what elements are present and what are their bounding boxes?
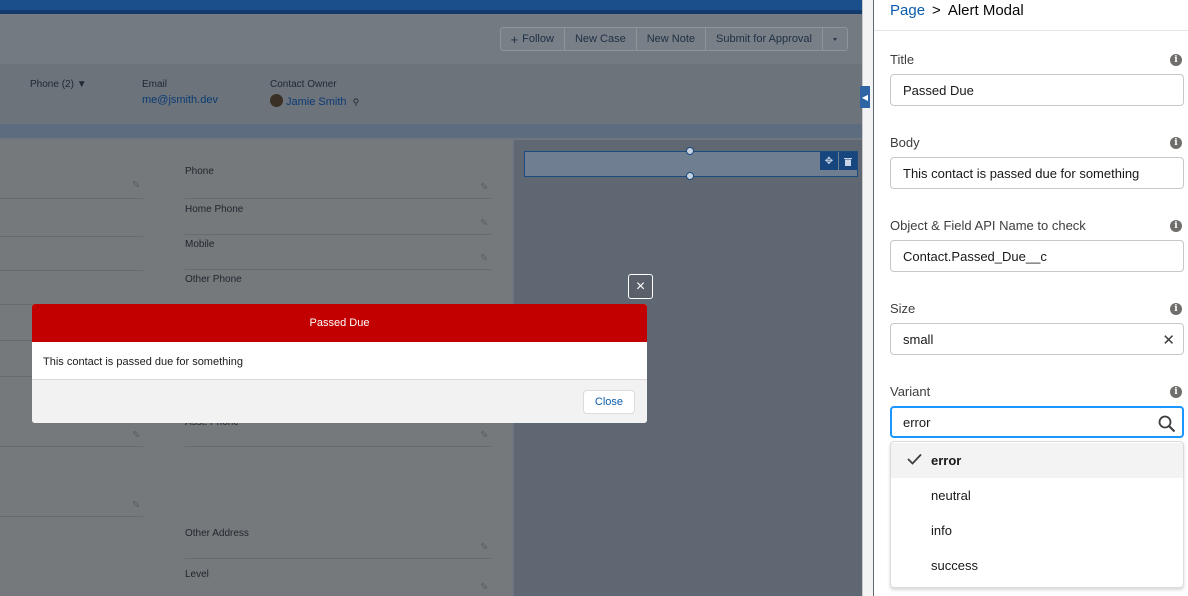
edit-pencil-icon[interactable]: ✎ — [480, 582, 488, 593]
close-button[interactable]: Close — [582, 390, 635, 414]
field-divider — [185, 446, 491, 447]
field-divider — [185, 234, 491, 235]
option-label: info — [931, 523, 952, 538]
option-label: success — [931, 558, 978, 573]
page-canvas: + Follow New Case New Note Submit for Ap… — [0, 0, 862, 596]
record-header: + Follow New Case New Note Submit for Ap… — [0, 14, 862, 124]
email-link[interactable]: me@jsmith.dev — [142, 94, 218, 106]
field-divider — [0, 270, 143, 271]
title-input[interactable]: Passed Due — [890, 74, 1184, 106]
field-divider — [0, 446, 143, 447]
alert-modal: Passed Due This contact is passed due fo… — [32, 304, 647, 423]
field-label-other-address: Other Address — [185, 528, 249, 539]
breadcrumb: Page > Alert Modal — [890, 2, 1024, 19]
info-icon[interactable]: i — [1170, 54, 1182, 66]
edit-pencil-icon[interactable]: ✎ — [480, 430, 488, 441]
option-label: error — [931, 453, 962, 468]
owner-name: Jamie Smith — [286, 96, 347, 108]
field-label-other-phone: Other Phone — [185, 274, 242, 285]
search-icon — [1158, 415, 1176, 436]
edit-pencil-icon[interactable]: ✎ — [480, 182, 488, 193]
edit-pencil-icon[interactable]: ✎ — [480, 218, 488, 229]
edit-pencil-icon[interactable]: ✎ — [132, 430, 140, 441]
trash-icon[interactable] — [839, 152, 857, 170]
edit-pencil-icon[interactable]: ✎ — [480, 542, 488, 553]
body-label: Body — [890, 135, 920, 150]
option-label: neutral — [931, 488, 971, 503]
owner-label: Contact Owner — [270, 79, 337, 90]
option-success[interactable]: success — [891, 548, 1183, 583]
more-actions-button[interactable] — [822, 27, 848, 51]
field-label-phone: Phone — [185, 166, 214, 177]
variant-combobox[interactable]: error — [890, 406, 1184, 438]
title-label: Title — [890, 52, 915, 67]
option-neutral[interactable]: neutral — [891, 478, 1183, 513]
avatar — [270, 94, 283, 107]
resize-handle[interactable] — [686, 172, 694, 180]
field-divider — [0, 236, 143, 237]
chevron-down-icon — [833, 37, 837, 41]
submit-for-approval-button[interactable]: Submit for Approval — [705, 27, 823, 51]
property-panel: Page > Alert Modal Title i Passed Due Body… — [874, 0, 1188, 596]
option-error[interactable]: error — [891, 443, 1183, 478]
modal-title: Passed Due — [309, 317, 370, 329]
edit-pencil-icon[interactable]: ✎ — [132, 180, 140, 191]
check-icon — [907, 453, 922, 468]
field-divider — [185, 198, 491, 199]
edit-pencil-icon[interactable]: ✎ — [480, 253, 488, 264]
field-label-home-phone: Home Phone — [185, 204, 244, 215]
section-divider — [0, 124, 862, 138]
selected-component[interactable]: ✥ — [524, 147, 858, 180]
field-divider — [185, 558, 491, 559]
move-icon[interactable]: ✥ — [820, 152, 838, 170]
field-divider — [0, 516, 143, 517]
resize-handle[interactable] — [686, 147, 694, 155]
breadcrumb-current: Alert Modal — [947, 2, 1024, 19]
email-label: Email — [142, 79, 168, 90]
new-note-button[interactable]: New Note — [635, 27, 706, 51]
size-value: small — [903, 331, 934, 347]
info-icon[interactable]: i — [1170, 137, 1182, 149]
component-toolbar: ✥ — [819, 152, 857, 170]
info-icon[interactable]: i — [1170, 386, 1182, 398]
highlights-panel: Phone (2) ▼ Email me@jsmith.dev Contact … — [0, 64, 862, 124]
modal-close-icon[interactable]: × — [628, 274, 653, 299]
field-label-mobile: Mobile — [185, 239, 215, 250]
panel-divider — [874, 30, 1188, 31]
body-input[interactable]: This contact is passed due for something — [890, 157, 1184, 189]
field-api-input[interactable]: Contact.Passed_Due__c — [890, 240, 1184, 272]
change-owner-icon[interactable]: ⚲ — [353, 97, 360, 107]
breadcrumb-separator: > — [932, 2, 941, 19]
clear-icon[interactable]: ✕ — [1162, 331, 1175, 349]
follow-button[interactable]: + Follow — [499, 27, 565, 51]
breadcrumb-page-link[interactable]: Page — [890, 2, 925, 19]
modal-footer: Close — [32, 380, 647, 423]
phone-label[interactable]: Phone (2) ▼ — [30, 79, 87, 90]
plus-icon: + — [510, 31, 519, 47]
size-combobox[interactable]: small ✕ — [890, 323, 1184, 355]
field-label-level: Level — [185, 569, 209, 580]
field-api-label: Object & Field API Name to check — [890, 218, 1086, 233]
info-icon[interactable]: i — [1170, 220, 1182, 232]
edit-pencil-icon[interactable]: ✎ — [132, 500, 140, 511]
follow-label: Follow — [522, 33, 554, 45]
option-info[interactable]: info — [891, 513, 1183, 548]
modal-header: Passed Due — [32, 304, 647, 342]
field-divider — [0, 198, 143, 199]
owner-link[interactable]: Jamie Smith ⚲ — [270, 94, 359, 108]
variant-value: error — [903, 414, 931, 430]
record-actions: + Follow New Case New Note Submit for Ap… — [499, 27, 848, 51]
info-icon[interactable]: i — [1170, 303, 1182, 315]
collapse-panel-icon[interactable]: ◀ — [860, 86, 870, 108]
new-case-button[interactable]: New Case — [563, 27, 637, 51]
variant-label: Variant — [890, 384, 931, 399]
variant-listbox: error neutral info success — [890, 441, 1184, 588]
field-divider — [185, 269, 491, 270]
modal-body: This contact is passed due for something — [32, 342, 647, 380]
size-label: Size — [890, 301, 916, 316]
